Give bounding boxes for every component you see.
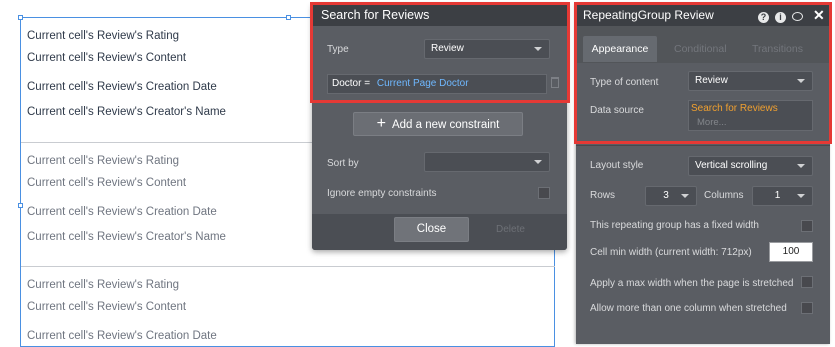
highlight-box-property-editor [574, 2, 832, 144]
add-constraint-label: Add a new constraint [391, 119, 500, 131]
max-width-checkbox[interactable] [801, 276, 813, 288]
cell-content-text[interactable]: Current cell's Review's Content [27, 52, 186, 64]
layout-style-label: Layout style [590, 160, 644, 171]
columns-label: Columns [704, 190, 744, 201]
cell-creation-date-text: Current cell's Review's Creation Date [27, 330, 217, 342]
multi-column-checkbox[interactable] [801, 302, 813, 314]
add-constraint-button[interactable]: + Add a new constraint [353, 112, 523, 136]
resize-handle-top-middle[interactable] [286, 15, 291, 20]
chevron-down-icon [797, 164, 805, 168]
resize-handle-left-middle[interactable] [18, 203, 23, 208]
cell-creator-name-text[interactable]: Current cell's Review's Creator's Name [27, 106, 226, 118]
cell-creation-date-text[interactable]: Current cell's Review's Creation Date [27, 81, 217, 93]
rows-label: Rows [590, 190, 616, 201]
columns-select[interactable]: 1 [752, 186, 813, 206]
rows-value: 3 [663, 190, 669, 201]
ignore-empty-label: Ignore empty constraints [327, 188, 437, 199]
cell-content-text: Current cell's Review's Content [27, 177, 187, 189]
cell-creator-name-text: Current cell's Review's Creator's Name [27, 231, 226, 243]
plus-icon: + [376, 115, 386, 132]
sort-by-label: Sort by [327, 158, 359, 169]
resize-handle-top-left[interactable] [18, 15, 23, 20]
rows-select[interactable]: 3 [645, 186, 697, 206]
fixed-width-label: This repeating group has a fixed width [590, 220, 759, 231]
layout-style-select[interactable]: Vertical scrolling [688, 156, 813, 176]
cell-rating-text[interactable]: Current cell's Review's Rating [27, 30, 179, 42]
fixed-width-checkbox[interactable] [801, 220, 813, 232]
max-width-label: Apply a max width when the page is stret… [590, 278, 794, 289]
cell-creation-date-text: Current cell's Review's Creation Date [27, 206, 217, 218]
highlight-box-search [310, 2, 570, 103]
close-button[interactable]: Close [394, 217, 469, 242]
chevron-down-icon [797, 194, 805, 198]
section-divider [576, 145, 830, 146]
columns-value: 1 [774, 190, 781, 201]
multi-column-label: Allow more than one column when stretche… [590, 303, 787, 314]
cell-min-width-label: Cell min width (current width: 712px) [590, 247, 752, 258]
delete-button[interactable]: Delete [496, 224, 525, 235]
chevron-down-icon [681, 194, 689, 198]
cell-content-text: Current cell's Review's Content [27, 301, 187, 313]
chevron-down-icon [534, 160, 542, 164]
cell-rating-text: Current cell's Review's Rating [27, 155, 180, 167]
layout-style-value: Vertical scrolling [695, 160, 768, 171]
ignore-empty-checkbox[interactable] [538, 187, 550, 199]
cell-min-width-input[interactable]: 100 [769, 242, 813, 262]
sort-by-select[interactable] [424, 152, 550, 172]
cell-rating-text: Current cell's Review's Rating [27, 279, 180, 291]
cell-divider [21, 266, 555, 267]
